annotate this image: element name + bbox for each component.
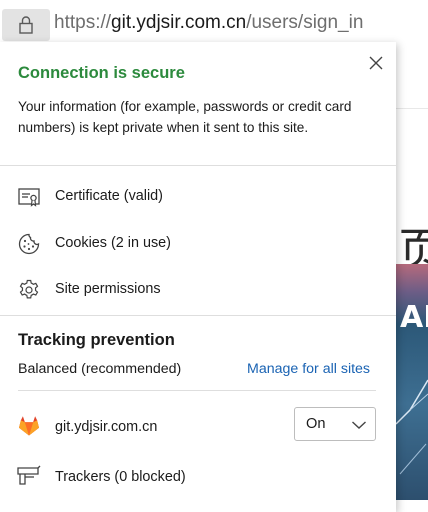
url-host: git.ydjsir.com.cn [111, 12, 247, 33]
lock-icon [19, 16, 33, 34]
url-path: /users/sign_in [246, 12, 364, 33]
trackers-label[interactable]: Trackers (0 blocked) [55, 469, 186, 485]
certificate-label: Certificate (valid) [55, 188, 163, 204]
gitlab-icon [19, 416, 39, 436]
trackers-icon [17, 465, 41, 485]
site-name: git.ydjsir.com.cn [55, 419, 158, 435]
hero-graphic [396, 379, 428, 475]
address-bar: https://git.ydjsir.com.cn/users/sign_in [0, 0, 428, 48]
tracking-prevention-title: Tracking prevention [18, 331, 175, 349]
connection-description: Your information (for example, passwords… [18, 99, 352, 135]
site-info-flyout: Connection is secure Your information (f… [0, 42, 396, 512]
certificate-icon [18, 188, 40, 207]
tracking-prevention-level: Balanced (recommended) [18, 361, 182, 377]
tracking-toggle-select[interactable]: On [294, 407, 376, 441]
background-page: 页 AE [396, 48, 428, 500]
divider [0, 165, 396, 166]
chevron-down-icon [352, 421, 366, 429]
site-info-button[interactable] [2, 9, 50, 41]
connection-title: Connection is secure [18, 64, 185, 82]
certificate-item[interactable]: Certificate (valid) [0, 176, 396, 216]
page-divider [396, 108, 428, 109]
tracking-toggle-value: On [306, 416, 326, 432]
divider [18, 390, 376, 391]
url-scheme: https:// [54, 12, 112, 33]
page-hero-image: AE [396, 264, 428, 500]
manage-for-all-sites-link[interactable]: Manage for all sites [247, 361, 370, 377]
divider [0, 315, 396, 316]
site-permissions-label: Site permissions [55, 281, 161, 297]
site-permissions-item[interactable]: Site permissions [0, 269, 396, 309]
hero-text: AE [400, 300, 428, 335]
cookie-icon [18, 233, 40, 255]
close-icon[interactable] [367, 54, 385, 72]
gear-icon [19, 279, 39, 299]
cookies-item[interactable]: Cookies (2 in use) [0, 223, 396, 263]
cookies-label: Cookies (2 in use) [55, 235, 171, 251]
url-field[interactable]: https://git.ydjsir.com.cn/users/sign_in [54, 12, 363, 34]
